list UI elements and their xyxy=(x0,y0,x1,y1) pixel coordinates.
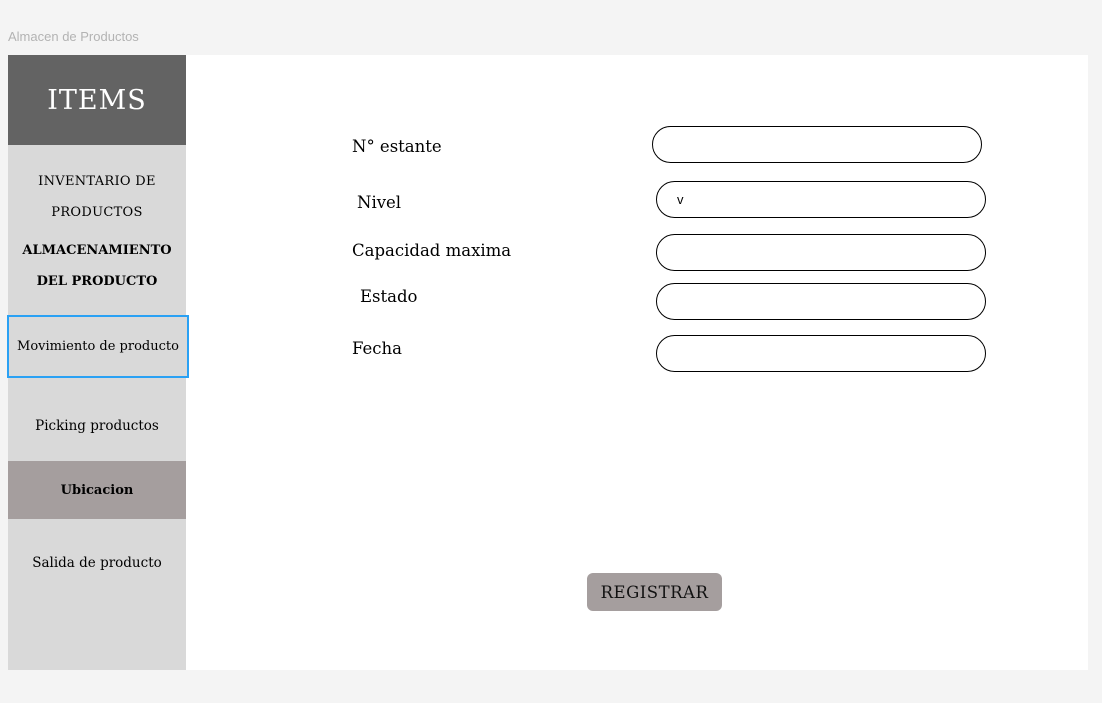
register-button[interactable]: REGISTRAR xyxy=(587,573,722,611)
fecha-input[interactable] xyxy=(656,335,986,372)
sidebar-item-salida-label: Salida de producto xyxy=(32,555,162,571)
sidebar-item-almacenamiento-label-line1: ALMACENAMIENTO xyxy=(22,243,172,258)
sidebar-item-almacenamiento-label-line2: DEL PRODUCTO xyxy=(36,274,158,289)
nivel-label: Nivel xyxy=(357,193,402,212)
capacidad-label: Capacidad maxima xyxy=(352,241,512,260)
sidebar-item-salida[interactable]: Salida de producto xyxy=(8,548,186,579)
sidebar-item-inventario-label: INVENTARIO DE PRODUCTOS xyxy=(38,174,156,220)
estante-label: N° estante xyxy=(352,137,442,156)
sidebar-item-movimiento[interactable]: Movimiento de producto xyxy=(7,315,189,378)
estado-label: Estado xyxy=(360,287,418,306)
fecha-label: Fecha xyxy=(352,339,403,358)
capacidad-input[interactable] xyxy=(656,234,986,271)
estante-input[interactable] xyxy=(652,126,982,163)
window-title: Almacen de Productos xyxy=(8,29,139,44)
sidebar-item-picking[interactable]: Picking productos xyxy=(8,411,186,442)
estado-input[interactable] xyxy=(656,283,986,320)
sidebar-item-almacenamiento[interactable]: ALMACENAMIENTO DEL PRODUCTO xyxy=(8,235,186,297)
sidebar-item-movimiento-label: Movimiento de producto xyxy=(17,339,179,354)
sidebar-item-ubicacion[interactable]: Ubicacion xyxy=(8,461,186,519)
nivel-select[interactable]: v xyxy=(656,181,986,218)
app-frame: ITEMS INVENTARIO DE PRODUCTOS ALMACENAMI… xyxy=(7,55,1088,670)
sidebar-item-inventario[interactable]: INVENTARIO DE PRODUCTOS xyxy=(8,166,186,228)
sidebar-item-ubicacion-label: Ubicacion xyxy=(60,482,134,498)
sidebar-item-picking-label: Picking productos xyxy=(35,418,159,434)
sidebar: ITEMS INVENTARIO DE PRODUCTOS ALMACENAMI… xyxy=(7,55,189,670)
sidebar-header: ITEMS xyxy=(8,55,186,145)
